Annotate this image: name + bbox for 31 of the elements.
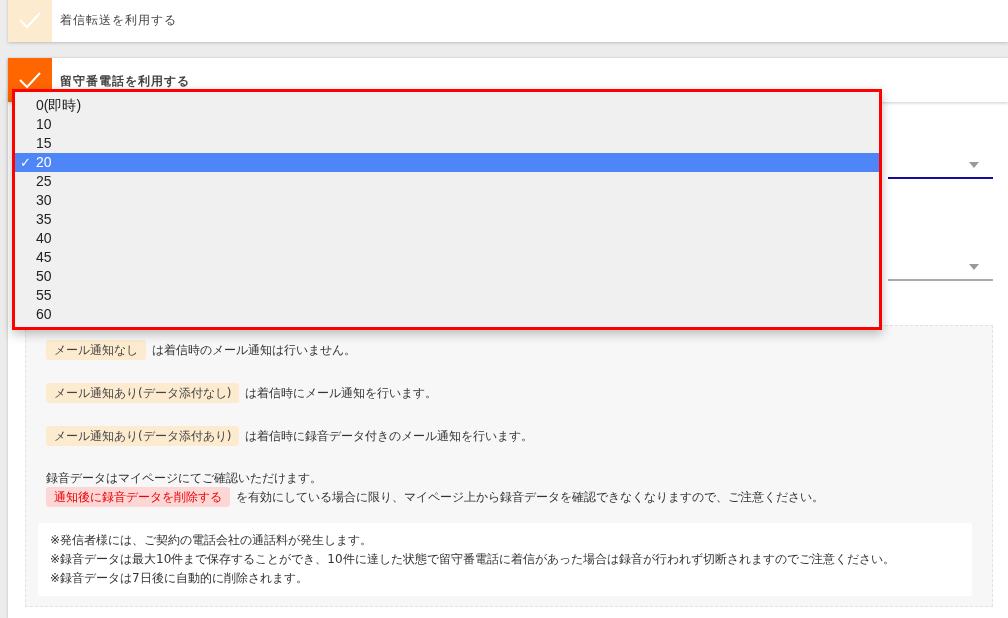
dropdown-option[interactable]: 50 xyxy=(15,267,879,286)
footnote-text: ※録音データは7日後に自動的に削除されます。 xyxy=(50,570,309,587)
note-text: を有効にしている場合に限り、マイページ上から録音データを確認できなくなりますので、ご注意ください。 xyxy=(236,489,824,506)
caret-icon xyxy=(969,264,979,270)
footnote-text: ※録音データは最大10件まで保存することができ、10件に達した状態で留守番電話に着信があった場合は録音が行われず切断されますのでご注意ください。 xyxy=(50,551,896,568)
check-mark: ✓ xyxy=(20,154,31,172)
dropdown-option[interactable]: 35 xyxy=(15,210,879,229)
tag-label: メール通知あり(データ添付なし) xyxy=(46,383,240,403)
dropdown-option[interactable]: 55 xyxy=(15,286,879,305)
tag-label: 通知後に録音データを削除する xyxy=(46,487,230,507)
option-label: 着信転送を利用する xyxy=(60,12,177,29)
caret-icon xyxy=(969,162,979,168)
check-icon xyxy=(18,71,42,89)
checkbox[interactable] xyxy=(8,0,52,42)
dropdown-option[interactable]: 15 xyxy=(15,134,879,153)
note-text: は着信時に録音データ付きのメール通知を行います。 xyxy=(245,428,534,445)
dropdown-option[interactable]: 30 xyxy=(15,191,879,210)
dropdown-option[interactable]: 60 xyxy=(15,305,879,324)
footnote-text: ※発信者様には、ご契約の電話会社の通話料が発生します。 xyxy=(50,532,374,549)
dropdown-option[interactable]: 25 xyxy=(15,172,879,191)
check-icon xyxy=(18,11,42,29)
note-text: は着信時のメール通知は行いません。 xyxy=(152,342,356,359)
dropdown-option[interactable]: 0(即時) xyxy=(15,96,879,115)
tag-label: メール通知なし xyxy=(46,340,146,360)
tag-label: メール通知あり(データ添付あり) xyxy=(46,426,240,446)
dropdown-option[interactable]: 10 xyxy=(15,115,879,134)
note-text: 録音データはマイページにてご確認いただけます。 xyxy=(46,470,323,487)
note-text: は着信時にメール通知を行います。 xyxy=(245,385,438,402)
option-label: 留守番電話を利用する xyxy=(60,73,190,90)
dropdown-option[interactable]: 45 xyxy=(15,248,879,267)
dropdown-option[interactable]: 40 xyxy=(15,229,879,248)
